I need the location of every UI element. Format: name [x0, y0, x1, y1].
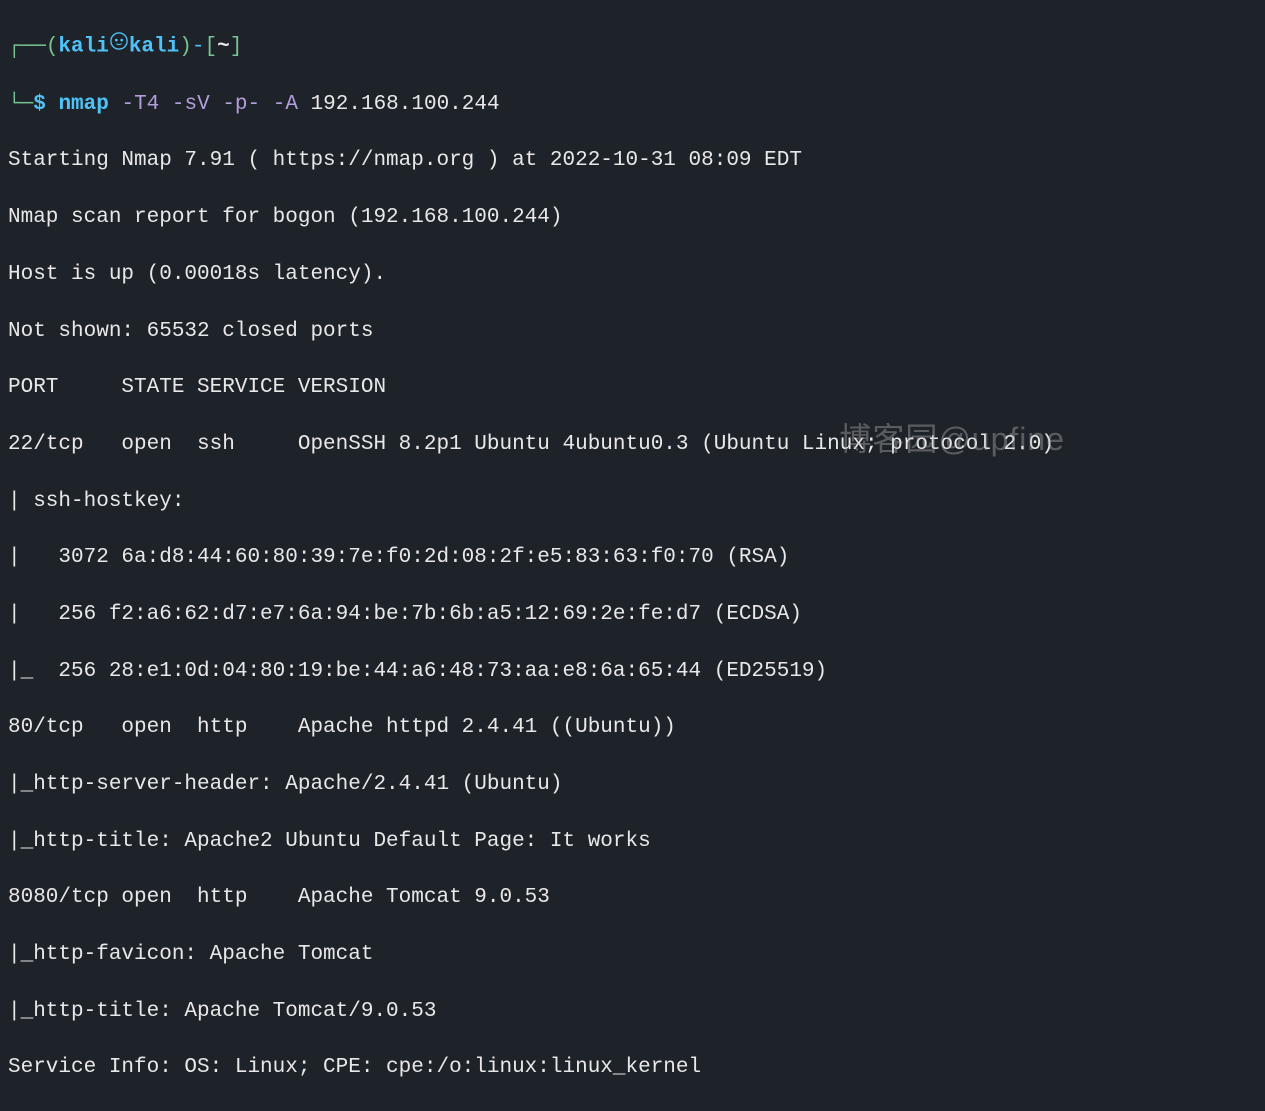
output-line-rsa-key: | 3072 6a:d8:44:60:80:39:7e:f0:2d:08:2f:…	[8, 544, 1257, 572]
command-flag-t4: -T4	[121, 93, 159, 116]
prompt-line-2: └─$ nmap -T4 -sV -p- -A 192.168.100.244	[8, 91, 1257, 119]
prompt-paren-close: )	[179, 36, 192, 59]
prompt-paren-open: (	[46, 36, 59, 59]
kali-skull-icon	[110, 32, 128, 60]
output-line-http-header: |_http-server-header: Apache/2.4.41 (Ubu…	[8, 771, 1257, 799]
terminal-output[interactable]: ┌──(kalikali)-[~] └─$ nmap -T4 -sV -p- -…	[8, 4, 1257, 1111]
command-target: 192.168.100.244	[311, 93, 500, 116]
command-flag-a: -A	[273, 93, 298, 116]
prompt-line-1: ┌──(kalikali)-[~]	[8, 32, 1257, 62]
output-line-host-up: Host is up (0.00018s latency).	[8, 261, 1257, 289]
output-line-not-shown: Not shown: 65532 closed ports	[8, 318, 1257, 346]
command-flag-p: -p-	[222, 93, 260, 116]
prompt-dash: -	[192, 36, 205, 59]
output-line-port22: 22/tcp open ssh OpenSSH 8.2p1 Ubuntu 4ub…	[8, 431, 1257, 459]
command-name: nmap	[58, 93, 108, 116]
output-line-port80: 80/tcp open http Apache httpd 2.4.41 ((U…	[8, 714, 1257, 742]
prompt-host: kali	[129, 36, 179, 59]
output-line-ecdsa-key: | 256 f2:a6:62:d7:e7:6a:94:be:7b:6b:a5:1…	[8, 601, 1257, 629]
output-line-http-title80: |_http-title: Apache2 Ubuntu Default Pag…	[8, 828, 1257, 856]
output-line-scan-report: Nmap scan report for bogon (192.168.100.…	[8, 204, 1257, 232]
prompt-bracket-open: [	[204, 36, 217, 59]
prompt-dollar: $	[33, 93, 46, 116]
prompt-user: kali	[58, 36, 108, 59]
output-line-favicon: |_http-favicon: Apache Tomcat	[8, 941, 1257, 969]
prompt-branch: ┌──	[8, 36, 46, 59]
output-line-service-info: Service Info: OS: Linux; CPE: cpe:/o:lin…	[8, 1054, 1257, 1082]
prompt-cwd: ~	[217, 36, 230, 59]
output-line-http-title8080: |_http-title: Apache Tomcat/9.0.53	[8, 998, 1257, 1026]
output-line-starting: Starting Nmap 7.91 ( https://nmap.org ) …	[8, 147, 1257, 175]
output-line-ed25519-key: |_ 256 28:e1:0d:04:80:19:be:44:a6:48:73:…	[8, 658, 1257, 686]
prompt-branch-bottom: └─	[8, 93, 33, 116]
output-line-header: PORT STATE SERVICE VERSION	[8, 374, 1257, 402]
prompt-bracket-close: ]	[230, 36, 243, 59]
watermark-text: 博客园@upfine	[839, 418, 1065, 461]
output-line-port8080: 8080/tcp open http Apache Tomcat 9.0.53	[8, 884, 1257, 912]
command-flag-sv: -sV	[172, 93, 210, 116]
output-line-sshkey-header: | ssh-hostkey:	[8, 488, 1257, 516]
